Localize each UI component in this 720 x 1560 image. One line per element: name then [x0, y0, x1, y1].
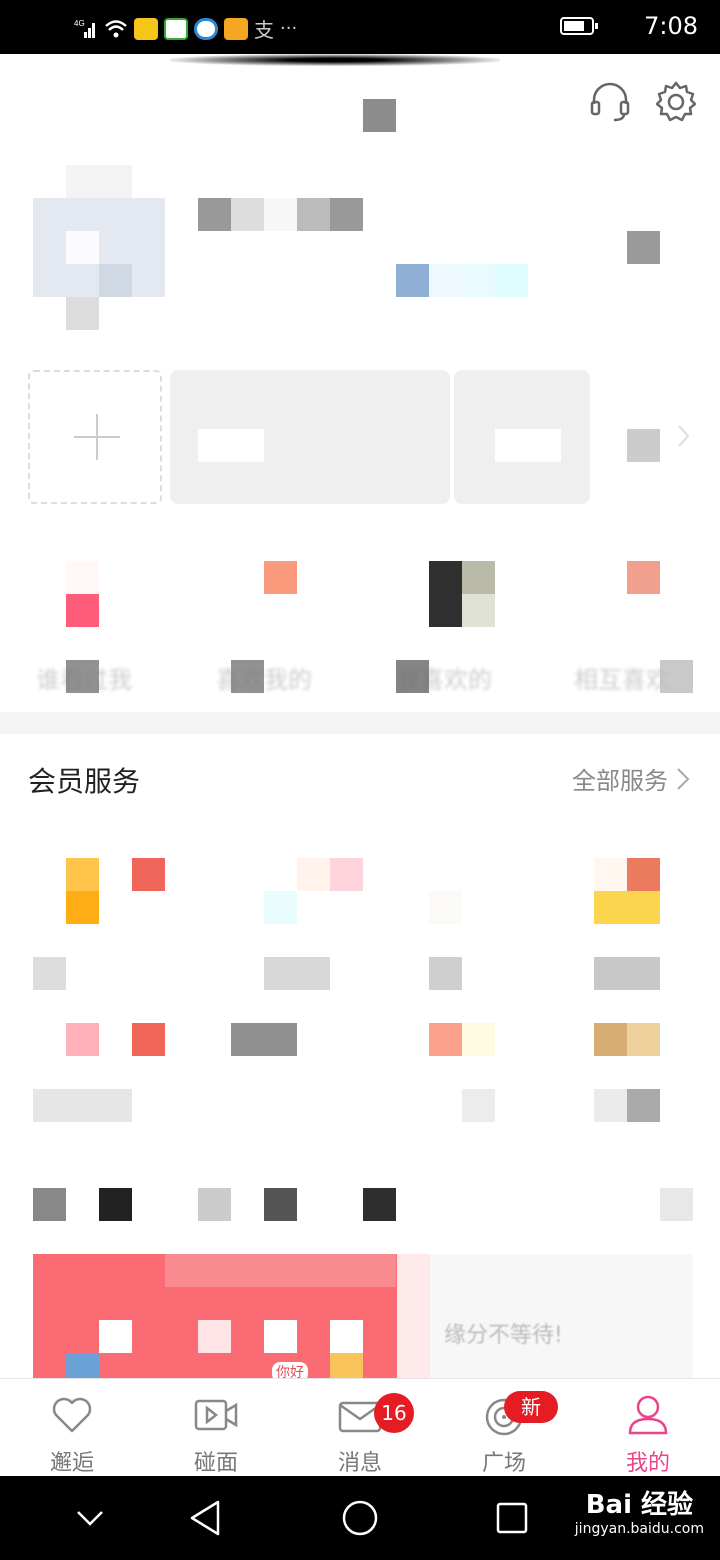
back-icon[interactable] — [188, 1498, 224, 1538]
all-services-label: 全部服务 — [572, 767, 668, 795]
more-icon: ··· — [280, 18, 298, 39]
tab-encounter[interactable]: 邂逅 — [0, 1379, 144, 1477]
system-navigation-bar: Bai 经验 jingyan.baidu.com — [0, 1476, 720, 1560]
user-icon — [628, 1395, 668, 1435]
stat-icon[interactable] — [429, 561, 495, 627]
tab-label: 广场 — [481, 1451, 526, 1476]
status-time: 7:08 — [644, 12, 698, 40]
stat-label-mutual[interactable]: 相互喜欢 — [574, 660, 670, 695]
wifi-icon — [105, 19, 127, 37]
stat-icon[interactable] — [627, 561, 660, 594]
service-item[interactable] — [594, 858, 660, 924]
promo-banner[interactable] — [33, 1254, 693, 1378]
tab-meet[interactable]: 碰面 — [144, 1379, 288, 1477]
service-item[interactable] — [66, 858, 165, 924]
tab-square[interactable]: 广场 新 — [432, 1379, 576, 1477]
service-item[interactable] — [429, 1023, 462, 1056]
watermark-brand: Bai 经验 — [585, 1490, 694, 1520]
avatar[interactable] — [33, 165, 165, 330]
add-photo-button[interactable] — [28, 370, 162, 504]
headset-icon[interactable] — [588, 80, 632, 124]
home-icon[interactable] — [340, 1498, 380, 1538]
collapse-icon[interactable] — [74, 1502, 106, 1534]
watermark-url: jingyan.baidu.com — [574, 1521, 704, 1537]
heart-icon — [52, 1397, 92, 1433]
battery-icon — [560, 17, 598, 35]
video-icon — [194, 1399, 238, 1431]
profile-arrow-mosaic[interactable] — [627, 231, 660, 264]
vip-badge-mosaic — [396, 264, 528, 297]
alipay-icon: 支 — [254, 18, 274, 42]
weibo-app-icon — [224, 17, 248, 40]
header-mosaic — [363, 99, 396, 132]
banner-text: 缘分不等待! — [444, 1323, 563, 1348]
service-item[interactable] — [594, 1023, 627, 1056]
browser-app-icon — [194, 17, 218, 40]
chevron-right-icon — [677, 767, 690, 790]
video-app-icon — [164, 17, 188, 40]
new-badge: 新 — [504, 1391, 558, 1423]
section-divider — [0, 712, 720, 734]
folder-app-icon — [134, 17, 158, 40]
service-item[interactable] — [429, 891, 462, 924]
tab-label: 我的 — [625, 1451, 670, 1476]
signal-icon: 4G — [74, 19, 95, 38]
tab-label: 碰面 — [193, 1451, 238, 1476]
bottom-tab-bar: 邂逅 碰面 消息 16 广场 新 我的 — [0, 1378, 720, 1477]
settings-icon[interactable] — [654, 80, 698, 124]
all-services-link[interactable]: 全部服务 — [572, 761, 690, 796]
service-item[interactable] — [132, 1023, 165, 1056]
stat-icon[interactable] — [66, 561, 99, 627]
tab-label: 消息 — [337, 1451, 382, 1476]
message-badge: 16 — [374, 1393, 414, 1433]
status-bar: 4G 支 ··· 7:08 — [0, 0, 720, 54]
service-item[interactable] — [264, 858, 363, 924]
service-item[interactable] — [231, 1023, 297, 1056]
status-icons: 4G 支 ··· — [74, 14, 297, 43]
chevron-right-icon[interactable] — [676, 424, 692, 448]
watermark: Bai 经验 jingyan.baidu.com — [575, 1484, 704, 1537]
service-item[interactable] — [66, 1023, 99, 1056]
recents-icon[interactable] — [494, 1500, 530, 1536]
tab-messages[interactable]: 消息 16 — [288, 1379, 432, 1477]
nickname-mosaic — [198, 198, 363, 231]
section-title: 会员服务 — [28, 765, 141, 798]
tab-label: 邂逅 — [49, 1451, 94, 1476]
svg-text:4G: 4G — [74, 19, 85, 28]
header-shadow — [170, 54, 500, 66]
stat-icon[interactable] — [264, 561, 297, 594]
tab-mine[interactable]: 我的 — [576, 1379, 720, 1477]
photo-more-mosaic[interactable] — [627, 429, 660, 462]
